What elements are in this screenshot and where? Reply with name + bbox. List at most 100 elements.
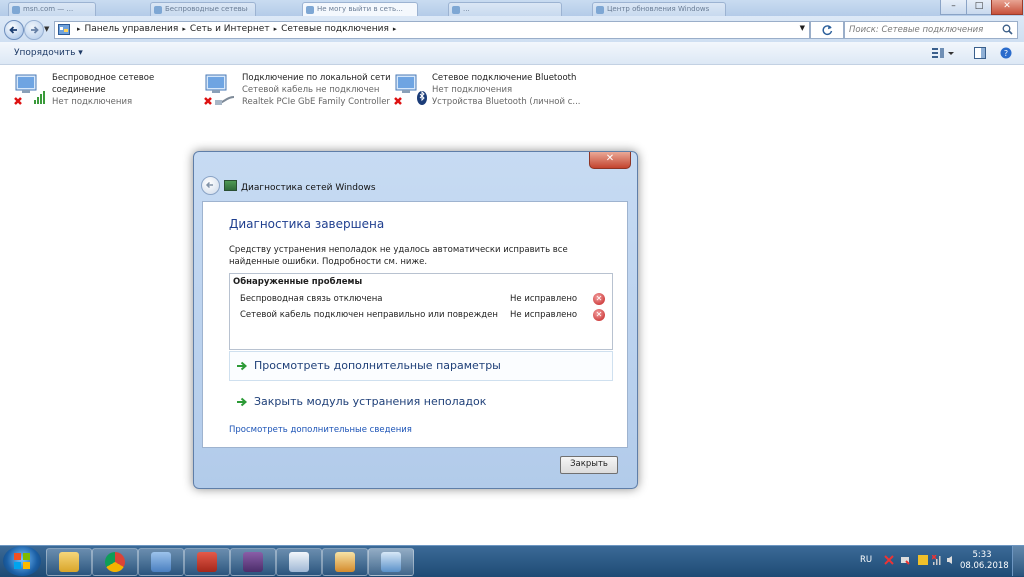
error-icon: ✕ <box>593 293 605 305</box>
lan-network-icon <box>204 74 235 105</box>
address-row: ▼ ▸ Панель управления ▸ Сеть и Интернет ▸ Сет… <box>0 16 1024 42</box>
connection-device: Устройства Bluetooth (личной с... <box>432 97 581 107</box>
breadcrumb-item[interactable]: Сетевые подключения <box>281 24 389 34</box>
title-bar: msn.com — ... Беспроводные сетевые... Не… <box>0 0 1024 17</box>
page-icon <box>596 6 604 14</box>
taskbar: RU 5:33 08.06.2018 <box>0 545 1024 577</box>
dialog-close-button[interactable]: ✕ <box>589 152 631 169</box>
taskbar-explorer[interactable] <box>46 548 92 576</box>
dialog-back-button[interactable] <box>201 176 220 195</box>
green-arrow-icon <box>237 361 248 371</box>
taskbar-document[interactable] <box>276 548 322 576</box>
breadcrumb-separator-icon[interactable]: ▸ <box>77 25 81 33</box>
problems-header: Обнаруженные проблемы <box>233 277 363 287</box>
connection-name: Беспроводное сетевое <box>52 73 155 83</box>
tab-3[interactable]: Не могу выйти в сеть... <box>302 2 418 17</box>
maximize-button[interactable]: □ <box>966 0 992 15</box>
tray-device-icon[interactable] <box>900 555 910 565</box>
forward-button[interactable] <box>24 20 44 40</box>
tray-volume-icon[interactable] <box>946 555 956 565</box>
close-button[interactable]: Закрыть <box>560 456 618 474</box>
wireless-network-icon <box>14 74 45 105</box>
taskbar-network-diagnostics[interactable] <box>368 548 414 576</box>
taskbar-control-panel[interactable] <box>138 548 184 576</box>
view-options-icon[interactable] <box>932 48 954 59</box>
clock-date: 08.06.2018 <box>960 561 1009 571</box>
green-arrow-icon <box>237 397 248 407</box>
archive-icon <box>243 552 263 572</box>
tab-2[interactable]: Беспроводные сетевые... <box>150 2 256 17</box>
organize-button[interactable]: Упорядочить ▾ <box>14 48 83 58</box>
refresh-icon <box>822 25 833 35</box>
problem-text: Сетевой кабель подключен неправильно или… <box>240 310 498 320</box>
problem-status: Не исправлено <box>510 294 578 304</box>
minimize-button[interactable]: – <box>940 0 967 15</box>
taskbar-chrome[interactable] <box>92 548 138 576</box>
view-options-task[interactable]: Просмотреть дополнительные параметры <box>229 351 613 381</box>
start-button[interactable] <box>3 546 41 576</box>
tab-1[interactable]: msn.com — ... <box>8 2 96 17</box>
arrow-left-icon <box>205 181 213 189</box>
breadcrumb-item[interactable]: Сеть и Интернет <box>190 24 270 34</box>
more-details-link[interactable]: Просмотреть дополнительные сведения <box>229 425 412 435</box>
clock-time: 5:33 <box>972 550 992 560</box>
connection-item-wireless[interactable]: Беспроводное сетевое соединение Нет подк… <box>12 72 192 112</box>
connection-name: Подключение по локальной сети <box>242 73 391 83</box>
dialog-heading: Диагностика завершена <box>229 217 385 231</box>
connection-item-lan[interactable]: Подключение по локальной сети Сетевой ка… <box>202 72 391 112</box>
control-panel-icon <box>151 552 171 572</box>
connection-status: Нет подключения <box>52 97 133 107</box>
search-icon <box>1002 24 1013 35</box>
close-window-button[interactable]: ✕ <box>991 0 1023 15</box>
connection-name: Сетевое подключение Bluetooth <box>432 73 577 83</box>
connection-device: Realtek PCIe GbE Family Controller <box>242 97 390 107</box>
tray-flag-icon[interactable] <box>884 555 894 565</box>
network-diagnostics-icon <box>381 552 401 572</box>
paint-icon <box>335 552 355 572</box>
preview-pane-icon[interactable] <box>974 47 986 59</box>
back-button[interactable] <box>4 20 24 40</box>
connection-item-bluetooth[interactable]: Сетевое подключение Bluetooth Нет подклю… <box>392 72 581 112</box>
history-dropdown-icon[interactable]: ▼ <box>44 25 49 33</box>
diagnostics-dialog: ✕ Диагностика сетей Windows Диагностика … <box>193 151 638 489</box>
breadcrumb-separator-icon[interactable]: ▸ <box>182 25 186 33</box>
svg-text:?: ? <box>1004 49 1008 58</box>
search-input[interactable]: Поиск: Сетевые подключения <box>844 21 1018 39</box>
taskbar-paint[interactable] <box>322 548 368 576</box>
refresh-button[interactable] <box>810 21 844 39</box>
breadcrumb-separator-icon[interactable]: ▸ <box>274 25 278 33</box>
taskbar-archive[interactable] <box>230 548 276 576</box>
tab-4[interactable]: ... <box>448 2 562 17</box>
dialog-description: Средству устранения неполадок не удалось… <box>229 245 568 267</box>
tray-network-icon[interactable] <box>932 555 942 565</box>
breadcrumb: ▸ Панель управления ▸ Сеть и Интернет ▸ Сетев… <box>73 24 400 34</box>
clock[interactable]: 5:33 08.06.2018 <box>960 550 1009 572</box>
connection-status: Нет подключения <box>432 85 513 95</box>
error-icon: ✕ <box>593 309 605 321</box>
tray-security-icon[interactable] <box>918 555 928 565</box>
chrome-icon <box>105 552 125 572</box>
dialog-content: Диагностика завершена Средству устранени… <box>202 201 628 448</box>
breadcrumb-separator-icon[interactable]: ▸ <box>393 25 397 33</box>
tab-5[interactable]: Центр обновления Windows <box>592 2 726 17</box>
address-dropdown-icon[interactable]: ▼ <box>800 24 805 32</box>
address-bar[interactable]: ▸ Панель управления ▸ Сеть и Интернет ▸ Сетев… <box>54 21 810 39</box>
problem-text: Беспроводная связь отключена <box>240 294 383 304</box>
problem-status: Не исправлено <box>510 310 578 320</box>
show-desktop-button[interactable] <box>1012 546 1024 576</box>
bluetooth-network-icon <box>394 74 427 105</box>
connection-status: Сетевой кабель не подключен <box>242 85 380 95</box>
help-icon[interactable]: ? <box>1000 47 1012 59</box>
breadcrumb-item[interactable]: Панель управления <box>85 24 179 34</box>
close-troubleshooter-task[interactable]: Закрыть модуль устранения неполадок <box>229 387 613 417</box>
language-indicator[interactable]: RU <box>860 555 872 565</box>
toolbox-icon <box>197 552 217 572</box>
page-icon <box>306 6 314 14</box>
taskbar-toolbox[interactable] <box>184 548 230 576</box>
page-icon <box>452 6 460 14</box>
windows-logo-icon <box>14 553 30 569</box>
problems-box: Обнаруженные проблемы Беспроводная связь… <box>229 273 613 350</box>
arrow-left-icon <box>9 26 17 34</box>
control-panel-icon <box>58 24 70 35</box>
problem-row: Сетевой кабель подключен неправильно или… <box>240 309 605 324</box>
